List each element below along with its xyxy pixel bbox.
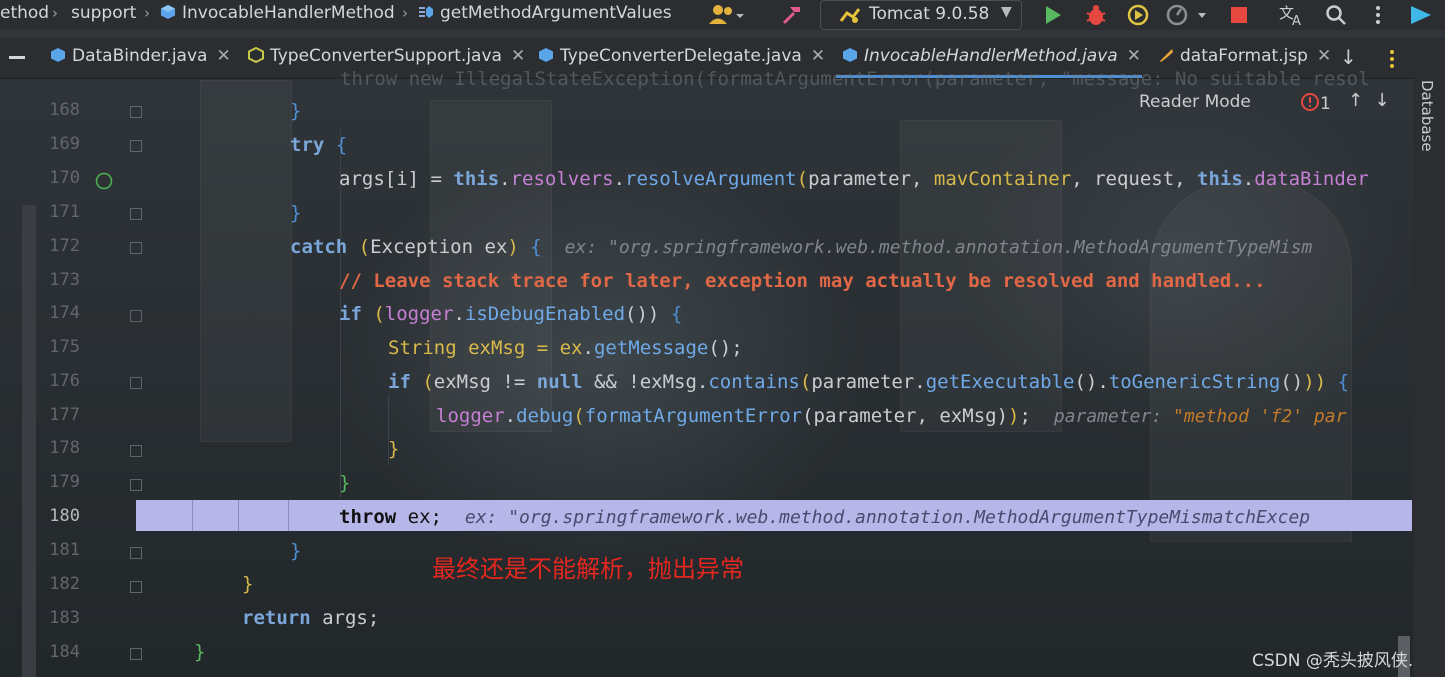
code-token: exMsg != <box>433 371 537 393</box>
code-brace: } <box>290 100 302 122</box>
code-comment: // Leave stack trace for later, exceptio… <box>339 270 1266 292</box>
code-token: parameter, <box>808 168 934 190</box>
code-token: String exMsg = <box>388 337 560 359</box>
code-dot: . <box>504 405 517 427</box>
code-paren: ) <box>507 236 519 258</box>
code-paren: ( <box>799 371 812 393</box>
code-method: debug <box>516 405 574 427</box>
code-dot: . <box>582 337 594 359</box>
code-token: && !exMsg. <box>582 371 709 393</box>
code-semicolon: ; <box>1019 405 1031 427</box>
code-keyword-catch: catch <box>290 236 348 258</box>
code-token: parameter, exMsg <box>813 405 997 427</box>
code-token: (); <box>708 337 743 359</box>
code-token: ex; <box>396 506 442 528</box>
code-token: ex <box>559 337 583 359</box>
code-keyword-this: this <box>453 168 500 190</box>
inline-debug-key: parameter: <box>1053 406 1174 427</box>
code-field: dataBinder <box>1254 168 1369 190</box>
code-parens: ()) <box>625 303 660 325</box>
annotation-text: 最终还是不能解析，抛出异常 <box>432 555 744 583</box>
code-paren: ( <box>373 303 385 325</box>
code-keyword-this: this <box>1197 168 1243 190</box>
code-dot: . <box>613 168 626 190</box>
code-field: logger <box>384 303 454 325</box>
code-brace: { <box>1337 371 1350 393</box>
code-method: resolveArgument <box>625 168 797 190</box>
code-token: mavContainer <box>933 168 1072 190</box>
code-field: resolvers <box>510 168 614 190</box>
code-brace: } <box>242 573 254 595</box>
inline-debug-value: ex: "org.springframework.web.method.anno… <box>464 507 1311 528</box>
code-field: logger <box>436 405 505 427</box>
code-method: isDebugEnabled <box>464 303 626 325</box>
code-brace: } <box>290 540 302 562</box>
code-dot: . <box>499 168 511 190</box>
code-paren: )) <box>1303 371 1327 393</box>
code-brace: } <box>290 202 302 224</box>
code-method: contains <box>708 371 800 393</box>
watermark: CSDN @秃头披风侠. <box>1252 651 1414 671</box>
code-keyword-try: try <box>290 134 325 156</box>
code-token: parameter. <box>811 371 926 393</box>
code-keyword-throw: throw <box>339 506 397 528</box>
code-token: Exception ex <box>370 236 508 258</box>
code-paren: ( <box>573 405 585 427</box>
code-method: toGenericString <box>1108 371 1281 393</box>
inline-debug-value: ex: "org.springframework.web.method.anno… <box>564 237 1313 258</box>
code-keyword-if: if <box>339 303 362 325</box>
code-paren: ) <box>1008 405 1020 427</box>
code-token: () <box>1280 371 1304 393</box>
code-brace: { <box>324 134 348 156</box>
code-keyword-if: if <box>388 371 411 393</box>
inline-debug-value: "method 'f2' par <box>1173 406 1347 427</box>
code-token: (). <box>1074 371 1109 393</box>
code-brace: { <box>530 236 542 258</box>
code-paren: ( <box>358 236 371 258</box>
code-brace: { <box>670 303 683 325</box>
code-dot: . <box>453 303 465 325</box>
database-tool-tab[interactable]: Database <box>1418 80 1436 152</box>
code-keyword-null: null <box>536 371 583 393</box>
right-tool-sidebar <box>1413 70 1445 677</box>
code-brace: } <box>194 641 206 663</box>
code-method: getMessage <box>593 337 709 359</box>
code-paren: ( <box>422 371 434 393</box>
code-keyword-return: return <box>242 607 311 629</box>
left-panel-scrollbar[interactable] <box>22 205 36 677</box>
code-method: formatArgumentError <box>584 405 803 427</box>
code-token: , request, <box>1071 168 1198 190</box>
code-method: getExecutable <box>925 371 1075 393</box>
code-paren: ) <box>996 405 1009 427</box>
code-brace: } <box>388 438 400 460</box>
code-brace: } <box>339 472 351 494</box>
code-token: args; <box>310 607 380 629</box>
code-dot: . <box>1242 168 1255 190</box>
code-paren: ( <box>802 405 814 427</box>
code-token: args[i] = <box>339 168 454 190</box>
code-paren: ( <box>796 168 809 190</box>
